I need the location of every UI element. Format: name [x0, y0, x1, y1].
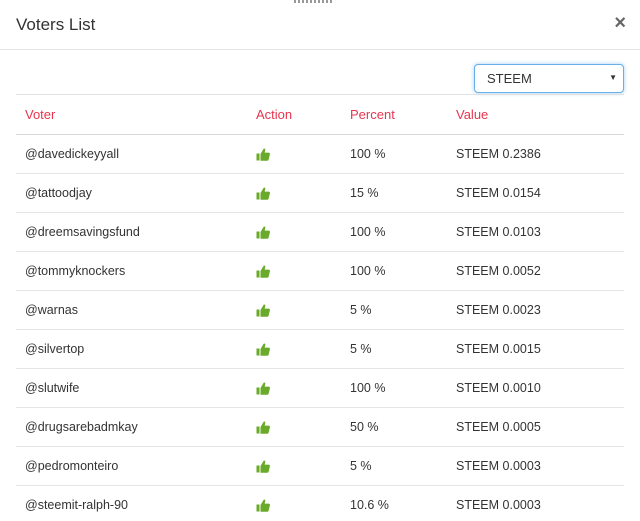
percent-cell: 100 % [341, 212, 447, 252]
thumbs-up-icon [256, 226, 270, 239]
voter-link[interactable]: @dreemsavingsfund [16, 212, 247, 252]
table-row: @pedromonteiro 5 % STEEM 0.0003 [16, 446, 624, 486]
action-cell [247, 173, 341, 213]
percent-cell: 5 % [341, 290, 447, 330]
voter-link[interactable]: @silvertop [16, 329, 247, 369]
voter-link[interactable]: @pedromonteiro [16, 446, 247, 486]
action-cell [247, 407, 341, 447]
action-cell [247, 251, 341, 291]
modal-title: Voters List [16, 15, 96, 34]
table-header-row: Voter Action Percent Value [16, 94, 624, 135]
header-action: Action [247, 94, 341, 135]
voter-link[interactable]: @tommyknockers [16, 251, 247, 291]
percent-cell: 10.6 % [341, 485, 447, 521]
action-cell [247, 485, 341, 521]
value-cell: STEEM 0.2386 [447, 134, 624, 174]
modal-header: Voters List × [0, 0, 640, 50]
thumbs-up-icon [256, 304, 270, 317]
percent-cell: 15 % [341, 173, 447, 213]
value-cell: STEEM 0.0005 [447, 407, 624, 447]
thumbs-up-icon [256, 265, 270, 278]
action-cell [247, 212, 341, 252]
table-row: @tommyknockers 100 % STEEM 0.0052 [16, 251, 624, 291]
value-cell: STEEM 0.0003 [447, 446, 624, 486]
percent-cell: 5 % [341, 329, 447, 369]
percent-cell: 100 % [341, 368, 447, 408]
value-cell: STEEM 0.0052 [447, 251, 624, 291]
value-cell: STEEM 0.0023 [447, 290, 624, 330]
thumbs-up-icon [256, 460, 270, 473]
table-row: @tattoodjay 15 % STEEM 0.0154 [16, 173, 624, 213]
table-row: @warnas 5 % STEEM 0.0023 [16, 290, 624, 330]
table-row: @dreemsavingsfund 100 % STEEM 0.0103 [16, 212, 624, 252]
table-row: @davedickeyyall 100 % STEEM 0.2386 [16, 134, 624, 174]
chevron-down-icon: ▼ [609, 73, 617, 82]
header-voter: Voter [16, 94, 247, 135]
header-percent: Percent [341, 94, 447, 135]
value-cell: STEEM 0.0003 [447, 485, 624, 521]
action-cell [247, 134, 341, 174]
header-value: Value [447, 94, 624, 135]
thumbs-up-icon [256, 421, 270, 434]
table-row: @silvertop 5 % STEEM 0.0015 [16, 329, 624, 369]
value-cell: STEEM 0.0103 [447, 212, 624, 252]
currency-select[interactable]: STEEM ▼ [474, 64, 624, 93]
voter-link[interactable]: @davedickeyyall [16, 134, 247, 174]
thumbs-up-icon [256, 187, 270, 200]
action-cell [247, 290, 341, 330]
thumbs-up-icon [256, 148, 270, 161]
voter-link[interactable]: @tattoodjay [16, 173, 247, 213]
voters-table: Voter Action Percent Value @davedickeyya… [16, 94, 624, 521]
close-button[interactable]: × [614, 12, 626, 34]
value-cell: STEEM 0.0154 [447, 173, 624, 213]
percent-cell: 50 % [341, 407, 447, 447]
voter-link[interactable]: @warnas [16, 290, 247, 330]
voter-link[interactable]: @steemit-ralph-90 [16, 485, 247, 521]
value-cell: STEEM 0.0015 [447, 329, 624, 369]
percent-cell: 100 % [341, 134, 447, 174]
thumbs-up-icon [256, 499, 270, 512]
voter-link[interactable]: @drugsarebadmkay [16, 407, 247, 447]
percent-cell: 5 % [341, 446, 447, 486]
voters-modal: Voters List × STEEM ▼ Voter Action Perce… [0, 0, 640, 521]
action-cell [247, 329, 341, 369]
thumbs-up-icon [256, 343, 270, 356]
percent-cell: 100 % [341, 251, 447, 291]
thumbs-up-icon [256, 382, 270, 395]
action-cell [247, 368, 341, 408]
voter-link[interactable]: @slutwife [16, 368, 247, 408]
currency-select-value: STEEM [487, 71, 532, 86]
value-cell: STEEM 0.0010 [447, 368, 624, 408]
table-row: @steemit-ralph-90 10.6 % STEEM 0.0003 [16, 485, 624, 521]
table-row: @slutwife 100 % STEEM 0.0010 [16, 368, 624, 408]
table-row: @drugsarebadmkay 50 % STEEM 0.0005 [16, 407, 624, 447]
action-cell [247, 446, 341, 486]
